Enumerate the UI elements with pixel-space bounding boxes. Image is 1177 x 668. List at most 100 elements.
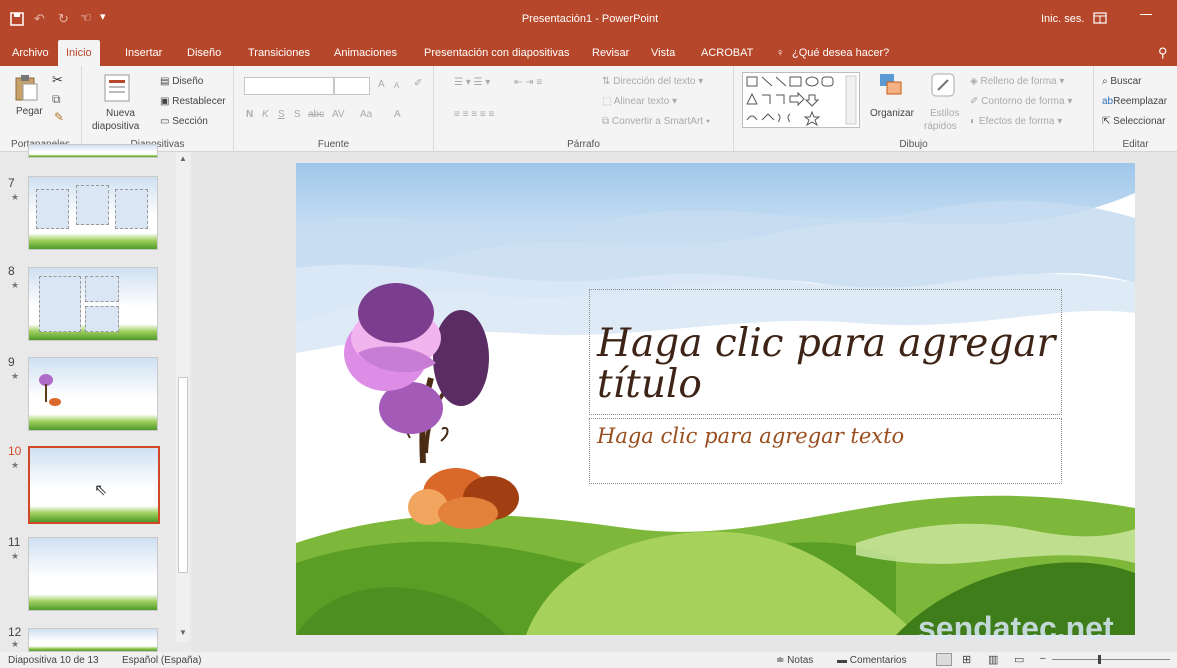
shapes-gallery[interactable]: [742, 72, 860, 128]
scroll-up-icon[interactable]: ▲: [179, 154, 187, 163]
char-spacing-button[interactable]: AV: [332, 109, 345, 120]
slide-thumbnail-12[interactable]: [28, 628, 158, 652]
format-painter-icon[interactable]: ✎: [54, 110, 64, 124]
replace-button[interactable]: abReemplazar: [1102, 96, 1167, 107]
underline-button[interactable]: S: [278, 109, 285, 120]
zoom-out-icon[interactable]: –: [1040, 653, 1046, 664]
cut-icon[interactable]: ✂: [52, 72, 63, 88]
indent-icon[interactable]: ⇤ ⇥ ≡: [514, 77, 542, 88]
comment-icon: ▬: [837, 655, 847, 666]
transition-star-icon: ★: [11, 460, 20, 470]
bold-button[interactable]: N: [246, 109, 253, 120]
text-direction-button[interactable]: ⇅ Dirección del texto ▾: [602, 76, 703, 87]
copy-icon[interactable]: ⧉: [52, 92, 61, 107]
slide-editor[interactable]: Haga clic para agregar título Haga clic …: [296, 163, 1135, 635]
find-button[interactable]: ⌕ Buscar: [1102, 76, 1142, 87]
picture-placeholder: [36, 189, 69, 229]
section-button[interactable]: ▭ Sección: [160, 116, 208, 127]
clear-format-icon[interactable]: ✐: [414, 78, 422, 89]
slide-thumbnail-11[interactable]: [28, 537, 158, 611]
tab-archivo[interactable]: Archivo: [12, 40, 49, 66]
slide-thumbnail-7[interactable]: [28, 176, 158, 250]
redo-icon[interactable]: ↻: [58, 11, 69, 27]
font-size-dropdown[interactable]: [334, 77, 370, 95]
select-label: Seleccionar: [1113, 116, 1166, 127]
slide-thumbnail-8[interactable]: [28, 267, 158, 341]
slide-thumbnail-10-selected[interactable]: ⇖: [28, 446, 160, 524]
change-case-button[interactable]: Aa: [360, 109, 372, 120]
paste-icon[interactable]: [14, 74, 38, 102]
slide-thumbnail-9[interactable]: [28, 357, 158, 431]
zoom-slider-thumb[interactable]: [1098, 655, 1101, 664]
new-slide-label2[interactable]: diapositiva: [92, 121, 139, 132]
bush: [49, 398, 61, 406]
shape-outline-button[interactable]: ✐ Contorno de forma ▾: [970, 96, 1072, 107]
shape-fill-button[interactable]: ◈ Relleno de forma ▾: [970, 76, 1064, 87]
reading-view-icon[interactable]: ▥: [988, 653, 998, 666]
replace-icon: ab: [1102, 96, 1114, 107]
tab-diseno[interactable]: Diseño: [187, 40, 221, 66]
tab-insertar[interactable]: Insertar: [125, 40, 162, 66]
comments-button[interactable]: ▬ Comentarios: [837, 655, 906, 666]
quick-styles-label[interactable]: Estilos: [930, 108, 959, 119]
lightbulb-icon: ♀: [776, 47, 785, 59]
undo-icon[interactable]: ↶: [34, 11, 45, 27]
slide-number: 12: [8, 625, 22, 639]
ribbon: Pegar ✂ ⧉ ✎ Portapapeles Nueva diapositi…: [0, 66, 1177, 152]
notes-button[interactable]: ≐ Notas: [776, 655, 813, 666]
shadow-button[interactable]: S: [294, 109, 301, 120]
tell-me-box[interactable]: ¿Qué desea hacer?: [792, 40, 889, 66]
normal-view-icon[interactable]: [936, 653, 952, 666]
tab-presentacion[interactable]: Presentación con diapositivas: [424, 40, 570, 66]
zoom-slider[interactable]: [1052, 659, 1170, 660]
slides-panel[interactable]: 7 ★ 8 ★ 9 ★ 10 ★ ⇖ 11 ★ 12 ★: [0, 144, 192, 652]
customize-qat-icon[interactable]: ▾: [100, 10, 106, 23]
scroll-down-icon[interactable]: ▼: [179, 628, 187, 637]
paste-label[interactable]: Pegar: [16, 106, 43, 117]
strikethrough-button[interactable]: abc: [308, 109, 324, 120]
grow-font-button[interactable]: A: [378, 79, 385, 90]
arrange-button[interactable]: Organizar: [870, 108, 914, 119]
align-text-button[interactable]: ⬚ Alinear texto ▾: [602, 96, 677, 107]
title-placeholder[interactable]: Haga clic para agregar título: [589, 289, 1062, 415]
new-slide-icon[interactable]: [104, 74, 130, 102]
bullets-icon[interactable]: ☰ ▾ ☰ ▾: [454, 77, 490, 88]
font-color-button[interactable]: A: [394, 109, 401, 120]
shape-effects-button[interactable]: ◐ Efectos de forma ▾: [970, 116, 1062, 127]
panel-scrollbar[interactable]: ▲ ▼: [176, 152, 190, 642]
tab-revisar[interactable]: Revisar: [592, 40, 629, 66]
tab-acrobat[interactable]: ACROBAT: [701, 40, 753, 66]
align-icons[interactable]: ≡ ≡ ≡ ≡ ≡: [454, 109, 494, 120]
select-button[interactable]: ⇱ Seleccionar: [1102, 116, 1165, 127]
new-slide-label[interactable]: Nueva: [106, 108, 135, 119]
quick-styles-icon[interactable]: [930, 72, 956, 100]
watermark: sendatec.net: [918, 610, 1114, 646]
language-indicator[interactable]: Español (España): [122, 655, 202, 666]
slide-thumbnail-6-partial[interactable]: [28, 144, 158, 158]
scrollbar-thumb[interactable]: [178, 377, 188, 573]
tab-animaciones[interactable]: Animaciones: [334, 40, 397, 66]
sign-in-link[interactable]: Inic. ses.: [1041, 13, 1084, 25]
minimize-icon[interactable]: [1140, 14, 1152, 15]
reset-button[interactable]: ▣ Restablecer: [160, 96, 226, 107]
shrink-font-button[interactable]: A: [394, 81, 399, 90]
font-family-dropdown[interactable]: [244, 77, 334, 95]
touch-mode-icon[interactable]: ☜: [80, 10, 92, 26]
tab-transiciones[interactable]: Transiciones: [248, 40, 310, 66]
italic-button[interactable]: K: [262, 109, 269, 120]
quick-styles-label2[interactable]: rápidos: [924, 121, 957, 132]
text-placeholder[interactable]: Haga clic para agregar texto: [589, 418, 1062, 484]
picture-placeholder: [39, 276, 81, 332]
share-icon[interactable]: ⚲: [1158, 40, 1168, 66]
picture-placeholder: [85, 306, 119, 332]
save-icon[interactable]: [10, 12, 24, 26]
tab-inicio[interactable]: Inicio: [58, 40, 100, 66]
transition-star-icon: ★: [11, 551, 20, 561]
tab-vista[interactable]: Vista: [651, 40, 675, 66]
ribbon-display-icon[interactable]: [1093, 12, 1107, 24]
slide-sorter-icon[interactable]: ⊞: [962, 653, 971, 666]
arrange-icon[interactable]: [878, 72, 904, 100]
smartart-button[interactable]: ⧉ Convertir a SmartArt ▾: [602, 116, 710, 127]
slideshow-icon[interactable]: ▭: [1014, 653, 1024, 666]
layout-button[interactable]: ▤ Diseño: [160, 76, 203, 87]
